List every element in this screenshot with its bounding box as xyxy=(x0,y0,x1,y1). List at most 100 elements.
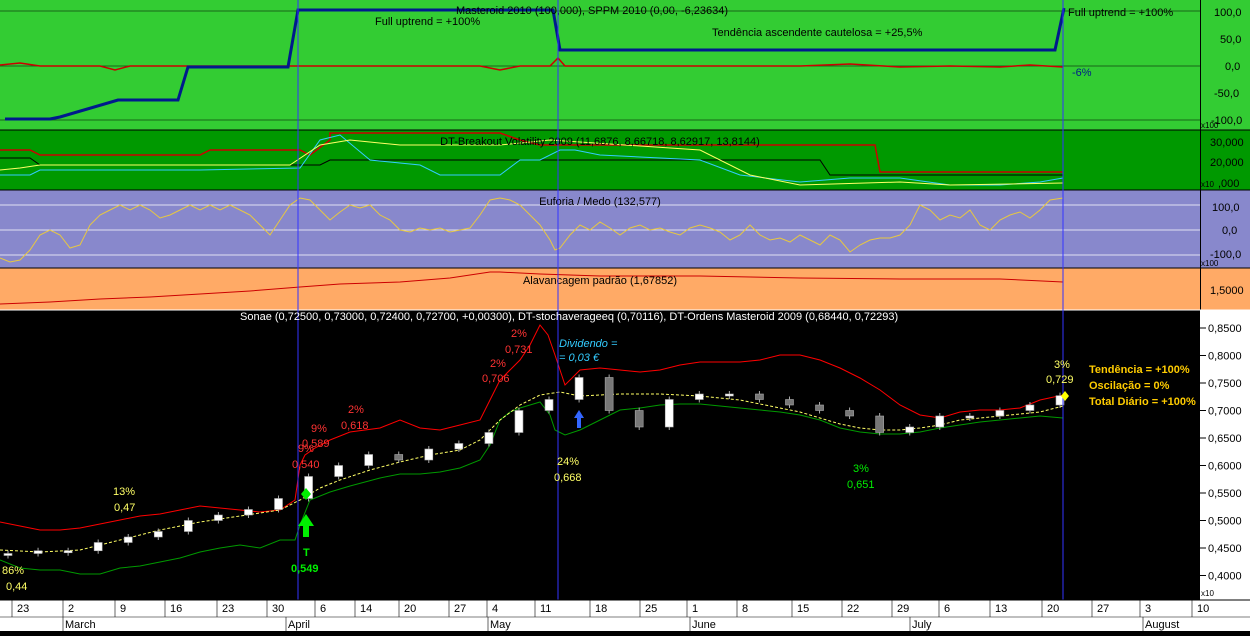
x-month-label: April xyxy=(288,619,310,631)
x-month-label: June xyxy=(692,619,716,631)
candle-body xyxy=(695,393,704,400)
x-day-label: 23 xyxy=(17,603,29,615)
candle-body xyxy=(995,410,1005,417)
annot-0549: 0,549 xyxy=(291,563,319,575)
price-title: Sonae (0,72500, 0,73000, 0,72400, 0,7270… xyxy=(240,311,898,323)
masteroid-tick-2: 50,0 xyxy=(1220,34,1241,46)
annot-3-yellow: 3% xyxy=(1054,359,1070,371)
candle-body xyxy=(184,520,193,532)
x-day-label: 13 xyxy=(995,603,1007,615)
annot-13: 13% xyxy=(113,486,135,498)
candle-body xyxy=(574,377,584,400)
euforia-tick-1: 100,0 xyxy=(1212,202,1240,214)
candle-body xyxy=(63,550,73,554)
annot-full-uptrend-1: Full uptrend = +100% xyxy=(375,16,480,28)
annot-cautious: Tendência ascendente cautelosa = +25,5% xyxy=(712,27,923,39)
annot-3-green: 3% xyxy=(853,463,869,475)
chart-stage: Masteroid 2010 (100,000), SPPM 2010 (0,0… xyxy=(0,0,1250,631)
price-tick-label: 0,4500 xyxy=(1208,543,1242,555)
annot-oscilacao: Oscilação = 0% xyxy=(1089,380,1170,392)
annot-0618: 0,618 xyxy=(341,420,369,432)
x-day-label: 15 xyxy=(797,603,809,615)
euforia-axis-line xyxy=(1200,190,1201,268)
x-month-label: July xyxy=(912,619,932,631)
x-day-label: 9 xyxy=(120,603,126,615)
annot-0651: 0,651 xyxy=(847,479,875,491)
x-day-label: 11 xyxy=(540,603,551,615)
candle-body xyxy=(664,399,674,428)
euforia-title: Euforia / Medo (132,577) xyxy=(539,196,661,208)
x-day-label: 4 xyxy=(492,603,498,615)
annot-9-low: 9% xyxy=(298,443,314,455)
candle-body xyxy=(454,443,464,450)
x-day-label: 30 xyxy=(272,603,284,615)
annot-full-uptrend-2: Full uptrend = +100% xyxy=(1068,7,1173,19)
x-day-label: 14 xyxy=(360,603,372,615)
candle-body xyxy=(845,410,854,417)
candle-body xyxy=(484,432,494,444)
candle-body xyxy=(274,498,283,510)
x-day-label: 20 xyxy=(404,603,416,615)
candle-body xyxy=(815,404,824,411)
candle-body xyxy=(1025,404,1035,411)
annot-dividendo-2: = 0,03 € xyxy=(559,352,600,364)
annot-0729: 0,729 xyxy=(1046,374,1074,386)
masteroid-tick-4: -50,0 xyxy=(1214,88,1239,100)
annot-0540: 0,540 xyxy=(292,459,320,471)
masteroid-tick-3: 0,0 xyxy=(1225,61,1240,73)
candle-body xyxy=(965,415,975,419)
alavancagem-axis-line xyxy=(1200,268,1201,310)
alavancagem-title: Alavancagem padrão (1,67852) xyxy=(523,275,677,287)
candle-body xyxy=(514,410,524,433)
x-day-label: 3 xyxy=(1145,603,1151,615)
masteroid-tick-1: 100,0 xyxy=(1214,7,1242,19)
annot-0731: 0,731 xyxy=(505,344,533,356)
x-day-label: 10 xyxy=(1197,603,1209,615)
price-panel-bg xyxy=(0,310,1200,600)
candle-body xyxy=(244,509,253,516)
euforia-tick-2: 0,0 xyxy=(1222,225,1237,237)
x-day-label: 1 xyxy=(692,603,698,615)
x-day-label: 8 xyxy=(742,603,748,615)
price-tick-label: 0,6500 xyxy=(1208,433,1242,445)
x-day-label: 6 xyxy=(944,603,950,615)
x-month-label: August xyxy=(1145,619,1179,631)
annot-24: 24% xyxy=(557,456,579,468)
candle-body xyxy=(604,377,614,411)
x-month-label: May xyxy=(490,619,511,631)
x-day-label: 22 xyxy=(847,603,859,615)
candle-body xyxy=(424,448,434,461)
masteroid-title: Masteroid 2010 (100,000), SPPM 2010 (0,0… xyxy=(456,5,728,17)
annot-0668: 0,668 xyxy=(554,472,582,484)
price-tick-label: 0,8000 xyxy=(1208,351,1242,363)
annot-86: 86% xyxy=(2,565,24,577)
chart-svg: Masteroid 2010 (100,000), SPPM 2010 (0,0… xyxy=(0,0,1250,631)
breakout-tick-2: 20,000 xyxy=(1210,157,1244,169)
candle-body xyxy=(725,393,734,397)
alavancagem-tick-1: 1,5000 xyxy=(1210,285,1244,297)
candle-body xyxy=(905,426,915,433)
annot-047: 0,47 xyxy=(114,502,135,514)
candle-body xyxy=(3,553,13,556)
masteroid-axis-line xyxy=(1200,0,1201,130)
annot-0706: 0,706 xyxy=(482,373,510,385)
x-day-label: 16 xyxy=(170,603,182,615)
candle-body xyxy=(394,454,404,461)
euforia-multiplier: x100 xyxy=(1201,259,1219,268)
x-day-label: 23 xyxy=(222,603,234,615)
annot-2b: 2% xyxy=(490,358,506,370)
annot-dividendo-1: Dividendo = xyxy=(559,338,618,350)
annot-t: T xyxy=(303,547,310,559)
annot-044: 0,44 xyxy=(6,581,27,593)
price-tick-label: 0,6000 xyxy=(1208,461,1242,473)
annot-2a: 2% xyxy=(348,404,364,416)
candle-body xyxy=(755,393,764,400)
price-tick-label: 0,4000 xyxy=(1208,571,1242,583)
candle-body xyxy=(935,415,945,428)
candle-body xyxy=(634,410,644,428)
price-multiplier: x10 xyxy=(1201,589,1214,598)
x-day-label: 6 xyxy=(320,603,326,615)
candle-body xyxy=(214,514,223,521)
masteroid-multiplier: x100 xyxy=(1201,121,1219,130)
candle-body xyxy=(364,454,373,466)
